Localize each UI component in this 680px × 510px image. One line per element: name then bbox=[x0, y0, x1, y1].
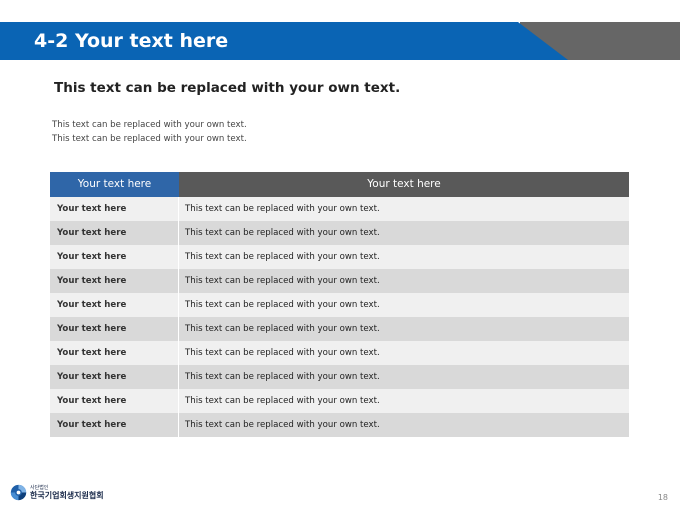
content-table: Your text here Your text here Your text … bbox=[50, 172, 629, 437]
table-row: Your text here This text can be replaced… bbox=[50, 221, 629, 245]
row-value: This text can be replaced with your own … bbox=[179, 197, 629, 221]
row-label: Your text here bbox=[50, 389, 178, 413]
row-value: This text can be replaced with your own … bbox=[179, 317, 629, 341]
row-label: Your text here bbox=[50, 365, 178, 389]
table-row: Your text here This text can be replaced… bbox=[50, 197, 629, 221]
row-label: Your text here bbox=[50, 269, 178, 293]
row-value: This text can be replaced with your own … bbox=[179, 293, 629, 317]
row-label: Your text here bbox=[50, 197, 178, 221]
row-label: Your text here bbox=[50, 341, 178, 365]
page-title: 4-2 Your text here bbox=[34, 30, 229, 52]
table-row: Your text here This text can be replaced… bbox=[50, 317, 629, 341]
row-value: This text can be replaced with your own … bbox=[179, 245, 629, 269]
organization-logo: 사단법인 한국기업회생지원협회 bbox=[10, 484, 104, 501]
row-value: This text can be replaced with your own … bbox=[179, 413, 629, 437]
slide: 4-2 Your text here This text can be repl… bbox=[0, 0, 680, 510]
table-row: Your text here This text can be replaced… bbox=[50, 341, 629, 365]
table-body: Your text here This text can be replaced… bbox=[50, 197, 629, 437]
section-subtitle: This text can be replaced with your own … bbox=[54, 80, 401, 96]
table-row: Your text here This text can be replaced… bbox=[50, 365, 629, 389]
row-label: Your text here bbox=[50, 413, 178, 437]
table-header-row: Your text here Your text here bbox=[50, 172, 629, 197]
table-header-left: Your text here bbox=[50, 172, 179, 197]
description-line: This text can be replaced with your own … bbox=[52, 134, 247, 144]
row-value: This text can be replaced with your own … bbox=[179, 365, 629, 389]
table-header-right: Your text here bbox=[179, 172, 629, 197]
row-label: Your text here bbox=[50, 293, 178, 317]
description-block: This text can be replaced with your own … bbox=[52, 118, 247, 146]
row-value: This text can be replaced with your own … bbox=[179, 389, 629, 413]
logo-text: 사단법인 한국기업회생지원협회 bbox=[30, 485, 104, 501]
row-value: This text can be replaced with your own … bbox=[179, 341, 629, 365]
description-line: This text can be replaced with your own … bbox=[52, 120, 247, 130]
row-value: This text can be replaced with your own … bbox=[179, 221, 629, 245]
table-row: Your text here This text can be replaced… bbox=[50, 389, 629, 413]
logo-title: 한국기업회생지원협회 bbox=[30, 490, 104, 500]
row-label: Your text here bbox=[50, 317, 178, 341]
table-row: Your text here This text can be replaced… bbox=[50, 293, 629, 317]
table-row: Your text here This text can be replaced… bbox=[50, 413, 629, 437]
row-label: Your text here bbox=[50, 221, 178, 245]
table-row: Your text here This text can be replaced… bbox=[50, 269, 629, 293]
swirl-emblem-icon bbox=[10, 484, 27, 501]
table-row: Your text here This text can be replaced… bbox=[50, 245, 629, 269]
row-value: This text can be replaced with your own … bbox=[179, 269, 629, 293]
page-number: 18 bbox=[657, 493, 668, 502]
row-label: Your text here bbox=[50, 245, 178, 269]
